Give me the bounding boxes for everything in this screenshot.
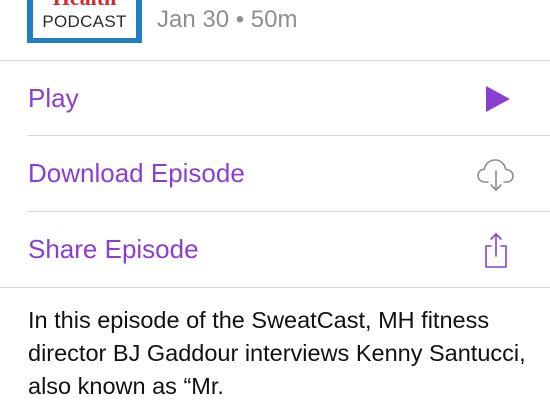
play-label: Play <box>28 83 79 113</box>
artwork-brand-text: Health <box>33 0 136 9</box>
share-episode-button[interactable]: Share Episode <box>0 212 550 286</box>
artwork-label-text: PODCAST <box>42 12 127 31</box>
play-button[interactable]: Play <box>0 61 550 135</box>
episode-date-duration: Jan 30 • 50m <box>157 6 298 33</box>
download-episode-label: Download Episode <box>28 158 245 188</box>
download-episode-button[interactable]: Download Episode <box>0 136 550 210</box>
podcast-artwork: Health PODCAST <box>27 0 142 43</box>
episode-header: Health PODCAST Jan 30 • 50m <box>0 0 550 60</box>
share-icon <box>476 230 516 270</box>
artwork-inner: Health PODCAST <box>33 0 136 38</box>
actions-divider <box>0 287 550 288</box>
episode-description: In this episode of the SweatCast, MH fit… <box>28 307 526 399</box>
share-episode-label: Share Episode <box>28 234 199 264</box>
play-icon <box>476 79 516 119</box>
cloud-download-icon <box>476 154 516 194</box>
episode-detail-screen: Health PODCAST Jan 30 • 50m Play Downloa… <box>0 0 550 400</box>
